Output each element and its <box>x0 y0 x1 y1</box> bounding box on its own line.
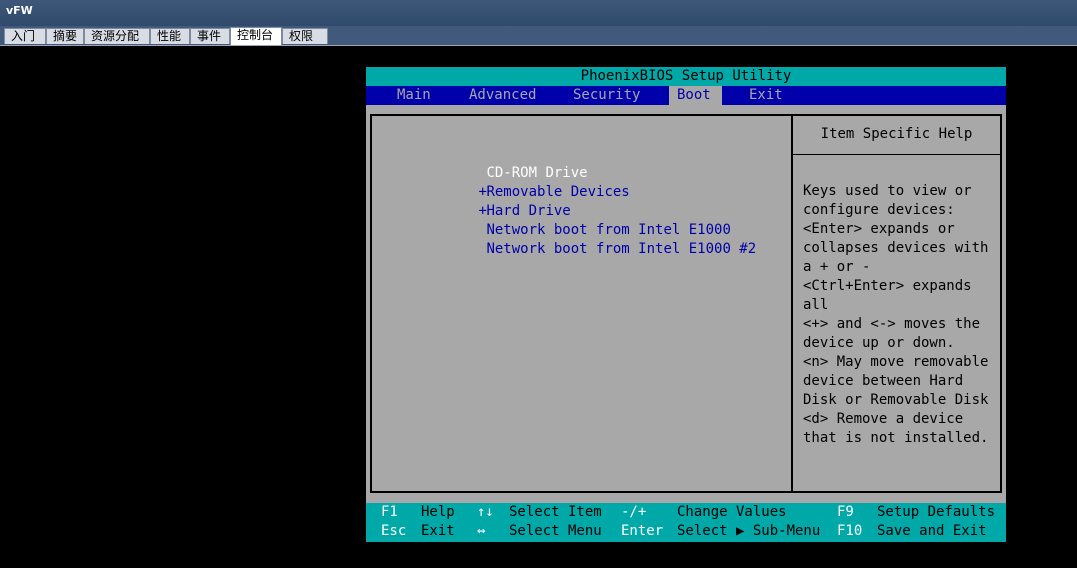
key-enter-desc: Select ▶ Sub-Menu <box>677 523 821 539</box>
boot-item-label: Network boot from Intel E1000 #2 <box>486 241 757 257</box>
boot-item-network-2[interactable]: Network boot from Intel E1000 #2 <box>411 221 756 257</box>
menu-exit[interactable]: Exit <box>743 86 789 105</box>
key-f10-desc: Save and Exit <box>877 523 987 539</box>
key-minus-plus: -/+ <box>621 504 647 520</box>
key-up-down-desc: Select Item <box>509 504 602 520</box>
menu-boot[interactable]: Boot <box>669 86 722 105</box>
help-line: collapses devices with <box>803 240 989 256</box>
help-line: <+> and <-> moves the <box>803 316 981 332</box>
menu-advanced[interactable]: Advanced <box>463 86 542 105</box>
tab-getting-started[interactable]: 入门 <box>4 28 46 44</box>
key-f9: F9 <box>837 504 854 520</box>
tab-events[interactable]: 事件 <box>190 28 230 44</box>
boot-item-network-1[interactable]: Network boot from Intel E1000 <box>411 202 730 238</box>
help-line: all <box>803 297 829 313</box>
app-title-bar: vFW <box>0 0 1077 26</box>
key-esc: Esc <box>381 523 407 539</box>
help-header: Item Specific Help <box>793 116 1000 155</box>
help-panel: Item Specific Help Keys used to view or … <box>793 114 1002 493</box>
key-minus-plus-desc: Change Values <box>677 504 787 520</box>
tab-permissions[interactable]: 权限 <box>282 28 328 44</box>
boot-item-cdrom[interactable]: CD-ROM Drive <box>411 145 587 181</box>
help-line: configure devices: <box>803 202 955 218</box>
key-f10: F10 <box>837 523 863 539</box>
app-title: vFW <box>6 4 33 17</box>
tab-performance[interactable]: 性能 <box>150 28 190 44</box>
key-up-down-icon: ↑↓ <box>477 504 494 520</box>
boot-item-hard-drive[interactable]: +Hard Drive <box>411 183 570 219</box>
key-f9-desc: Setup Defaults <box>877 504 996 520</box>
boot-order-panel: CD-ROM Drive +Removable Devices +Hard Dr… <box>370 114 793 493</box>
help-line: <d> Remove a device <box>803 411 964 427</box>
tab-console[interactable]: 控制台 <box>230 27 282 45</box>
key-left-right-icon: ↔ <box>477 523 486 539</box>
key-f1: F1 <box>381 504 398 520</box>
menu-security[interactable]: Security <box>567 86 646 105</box>
boot-item-removable[interactable]: +Removable Devices <box>411 164 629 200</box>
bios-title: PhoenixBIOS Setup Utility <box>366 67 1006 86</box>
tab-resource-allocation[interactable]: 资源分配 <box>84 28 150 44</box>
bios-menu-bar: Main Advanced Security Boot Exit <box>366 86 1006 105</box>
key-esc-desc: Exit <box>421 523 455 539</box>
help-line: a + or - <box>803 259 871 275</box>
tab-summary[interactable]: 摘要 <box>46 28 84 44</box>
bios-key-legend: F1 Help ↑↓ Select Item -/+ Change Values… <box>366 503 1006 542</box>
bios-screen[interactable]: PhoenixBIOS Setup Utility Main Advanced … <box>366 67 1006 542</box>
help-line: <Enter> expands or <box>803 221 955 237</box>
help-line: Keys used to view or <box>803 183 972 199</box>
help-line: device up or down. <box>803 335 955 351</box>
help-line: <n> May move removable <box>803 354 989 370</box>
menu-main[interactable]: Main <box>391 86 437 105</box>
help-text: Keys used to view or configure devices: … <box>803 182 993 448</box>
key-f1-desc: Help <box>421 504 455 520</box>
help-line: Disk or Removable Disk <box>803 392 989 408</box>
help-line: device between Hard <box>803 373 964 389</box>
key-enter: Enter <box>621 523 664 539</box>
help-line: that is not installed. <box>803 430 989 446</box>
key-left-right-desc: Select Menu <box>509 523 602 539</box>
bios-body: CD-ROM Drive +Removable Devices +Hard Dr… <box>366 105 1006 505</box>
tab-strip: 入门 摘要 资源分配 性能 事件 控制台 权限 <box>0 26 1077 46</box>
help-line: <Ctrl+Enter> expands <box>803 278 972 294</box>
